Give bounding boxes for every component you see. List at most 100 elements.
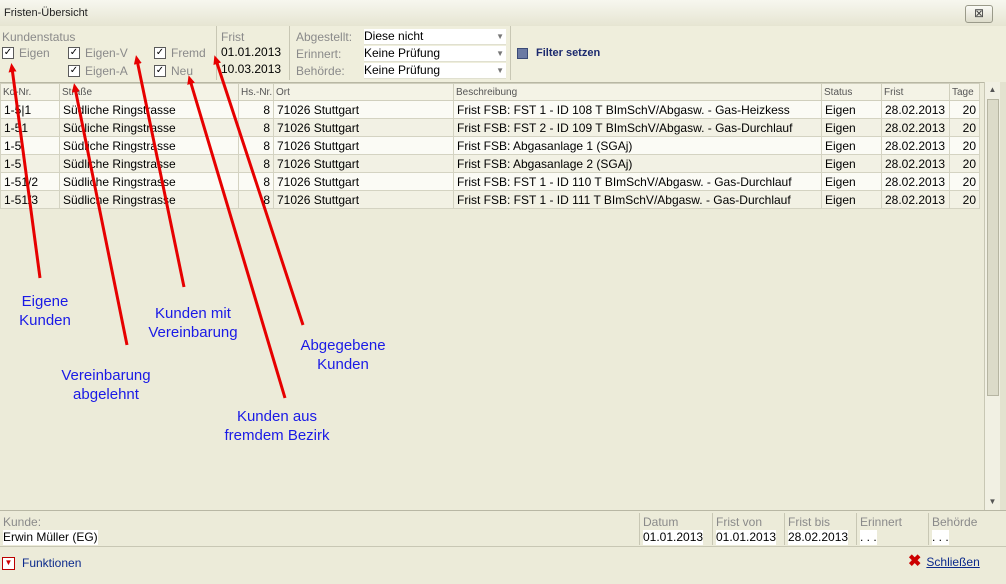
table-row[interactable]: 1-5 Südliche Ringstrasse 8 71026 Stuttga… xyxy=(0,154,980,173)
table-cell[interactable]: Eigen xyxy=(821,100,882,119)
table-cell[interactable]: 8 xyxy=(238,100,274,119)
scroll-thumb[interactable] xyxy=(987,99,999,396)
table-cell[interactable]: Südliche Ringstrasse xyxy=(59,154,239,173)
chevron-down-icon[interactable]: ▼ xyxy=(496,46,504,61)
schliessen-button[interactable]: ✖ Schließen xyxy=(908,554,980,570)
checkbox-eigen-a-box[interactable]: ✓ xyxy=(68,65,80,77)
checkbox-eigen-a[interactable]: ✓ Eigen-A xyxy=(68,64,128,78)
table-row[interactable]: 1-51 Südliche Ringstrasse 8 71026 Stuttg… xyxy=(0,118,980,137)
frist-filter-panel: Frist 01.01.2013 10.03.2013 xyxy=(216,26,290,80)
table-cell[interactable]: 20 xyxy=(949,118,980,137)
table-cell[interactable]: 8 xyxy=(238,118,274,137)
close-window-button[interactable]: ⊠ xyxy=(965,5,993,23)
detail-fields: Kunde: Erwin Müller (EG) Datum 01.01.201… xyxy=(0,510,1006,547)
table-cell[interactable]: Frist FSB: FST 1 - ID 110 T BImSchV/Abga… xyxy=(453,172,822,191)
scroll-down-icon[interactable]: ▼ xyxy=(985,494,1000,510)
funktionen-button[interactable]: ▼ Funktionen xyxy=(2,556,81,570)
table-cell[interactable]: 28.02.2013 xyxy=(881,136,950,155)
table-row[interactable]: 1-5|1 Südliche Ringstrasse 8 71026 Stutt… xyxy=(0,100,980,119)
erinnert-detail-label: Erinnert xyxy=(860,515,903,529)
filter-setzen-button[interactable]: Filter setzen xyxy=(517,47,600,59)
table-cell[interactable]: Frist FSB: Abgasanlage 2 (SGAj) xyxy=(453,154,822,173)
table-cell[interactable]: 28.02.2013 xyxy=(881,190,950,209)
table-cell[interactable]: 20 xyxy=(949,100,980,119)
table-cell[interactable]: Südliche Ringstrasse xyxy=(59,190,239,209)
table-cell[interactable]: 20 xyxy=(949,136,980,155)
checkbox-eigen-v[interactable]: ✓ Eigen-V xyxy=(68,46,128,60)
checkbox-eigen[interactable]: ✓ Eigen xyxy=(2,46,50,60)
table-cell[interactable]: Südliche Ringstrasse xyxy=(59,118,239,137)
behoerde-detail-value: . . . xyxy=(932,530,949,545)
table-cell[interactable]: 71026 Stuttgart xyxy=(273,136,454,155)
table-cell[interactable]: Frist FSB: FST 1 - ID 111 T BImSchV/Abga… xyxy=(453,190,822,209)
table-cell[interactable]: Südliche Ringstrasse xyxy=(59,136,239,155)
table-cell[interactable]: Südliche Ringstrasse xyxy=(59,100,239,119)
scroll-up-icon[interactable]: ▲ xyxy=(985,82,1000,98)
table-cell[interactable]: 8 xyxy=(238,154,274,173)
table-cell[interactable]: 71026 Stuttgart xyxy=(273,100,454,119)
table-cell[interactable]: Frist FSB: Abgasanlage 1 (SGAj) xyxy=(453,136,822,155)
column-header[interactable]: Straße xyxy=(59,83,239,101)
table-cell[interactable]: Südliche Ringstrasse xyxy=(59,172,239,191)
table-cell[interactable]: 1-51/2 xyxy=(0,172,60,191)
window-title: Fristen-Übersicht xyxy=(4,7,88,19)
column-header[interactable]: Kd-Nr. xyxy=(0,83,60,101)
checkbox-eigen-v-box[interactable]: ✓ xyxy=(68,47,80,59)
table-cell[interactable]: Eigen xyxy=(821,172,882,191)
table-cell[interactable]: 8 xyxy=(238,172,274,191)
table-cell[interactable]: Frist FSB: FST 1 - ID 108 T BImSchV/Abga… xyxy=(453,100,822,119)
table-cell[interactable]: 71026 Stuttgart xyxy=(273,190,454,209)
column-header[interactable]: Status xyxy=(821,83,882,101)
frist-von-value: 01.01.2013 xyxy=(716,530,777,545)
schliessen-label: Schließen xyxy=(926,555,980,569)
table-cell[interactable]: Eigen xyxy=(821,190,882,209)
vertical-scrollbar[interactable]: ▲ ▼ xyxy=(984,82,1000,510)
table-cell[interactable]: 1-5|1 xyxy=(0,100,60,119)
table-cell[interactable]: 71026 Stuttgart xyxy=(273,118,454,137)
behoerde-select[interactable]: Keine Prüfung ▼ xyxy=(364,63,506,79)
abgestellt-select[interactable]: Diese nicht ▼ xyxy=(364,29,506,45)
table-cell[interactable]: 20 xyxy=(949,154,980,173)
checkbox-neu-box[interactable]: ✓ xyxy=(154,65,166,77)
table-cell[interactable]: 8 xyxy=(238,136,274,155)
table-row[interactable]: 1-5 Südliche Ringstrasse 8 71026 Stuttga… xyxy=(0,136,980,155)
table-cell[interactable]: 1-5 xyxy=(0,154,60,173)
table-cell[interactable]: 20 xyxy=(949,172,980,191)
table-cell[interactable]: Frist FSB: FST 2 - ID 109 T BImSchV/Abga… xyxy=(453,118,822,137)
column-header[interactable]: Beschreibung xyxy=(453,83,822,101)
chevron-down-icon[interactable]: ▼ xyxy=(496,29,504,44)
table-cell[interactable]: Eigen xyxy=(821,136,882,155)
column-header[interactable]: Tage xyxy=(949,83,980,101)
table-cell[interactable]: 1-51/3 xyxy=(0,190,60,209)
table-cell[interactable]: 28.02.2013 xyxy=(881,172,950,191)
table-cell[interactable]: 28.02.2013 xyxy=(881,118,950,137)
table-cell[interactable]: 20 xyxy=(949,190,980,209)
annotation-text: Kunden aus fremdem Bezirk xyxy=(224,408,330,444)
checkbox-fremd-box[interactable]: ✓ xyxy=(154,47,166,59)
column-header[interactable]: Frist xyxy=(881,83,950,101)
table-cell[interactable]: 71026 Stuttgart xyxy=(273,172,454,191)
table-row[interactable]: 1-51/3 Südliche Ringstrasse 8 71026 Stut… xyxy=(0,190,980,209)
table-cell[interactable]: 28.02.2013 xyxy=(881,154,950,173)
frist-from-input[interactable]: 01.01.2013 xyxy=(221,45,287,60)
table-row[interactable]: 1-51/2 Südliche Ringstrasse 8 71026 Stut… xyxy=(0,172,980,191)
checkbox-fremd[interactable]: ✓ Fremd xyxy=(154,46,206,60)
table-cell[interactable]: 1-51 xyxy=(0,118,60,137)
column-header[interactable]: Hs.-Nr. xyxy=(238,83,274,101)
checkbox-neu[interactable]: ✓ Neu xyxy=(154,64,193,78)
annotation-kunden-fremder-bezirk: Kunden aus fremdem Bezirk xyxy=(216,407,338,445)
erinnert-field: Erinnert . . . xyxy=(856,513,928,545)
filter-setzen-label: Filter setzen xyxy=(536,47,601,59)
table-cell[interactable]: 71026 Stuttgart xyxy=(273,154,454,173)
table-cell[interactable]: 28.02.2013 xyxy=(881,100,950,119)
frist-to-input[interactable]: 10.03.2013 xyxy=(221,62,287,77)
frist-filter-label: Frist xyxy=(221,30,245,44)
column-header[interactable]: Ort xyxy=(273,83,454,101)
table-cell[interactable]: Eigen xyxy=(821,118,882,137)
table-cell[interactable]: Eigen xyxy=(821,154,882,173)
table-cell[interactable]: 1-5 xyxy=(0,136,60,155)
checkbox-eigen-box[interactable]: ✓ xyxy=(2,47,14,59)
chevron-down-icon[interactable]: ▼ xyxy=(496,63,504,78)
erinnert-select[interactable]: Keine Prüfung ▼ xyxy=(364,46,506,62)
table-cell[interactable]: 8 xyxy=(238,190,274,209)
